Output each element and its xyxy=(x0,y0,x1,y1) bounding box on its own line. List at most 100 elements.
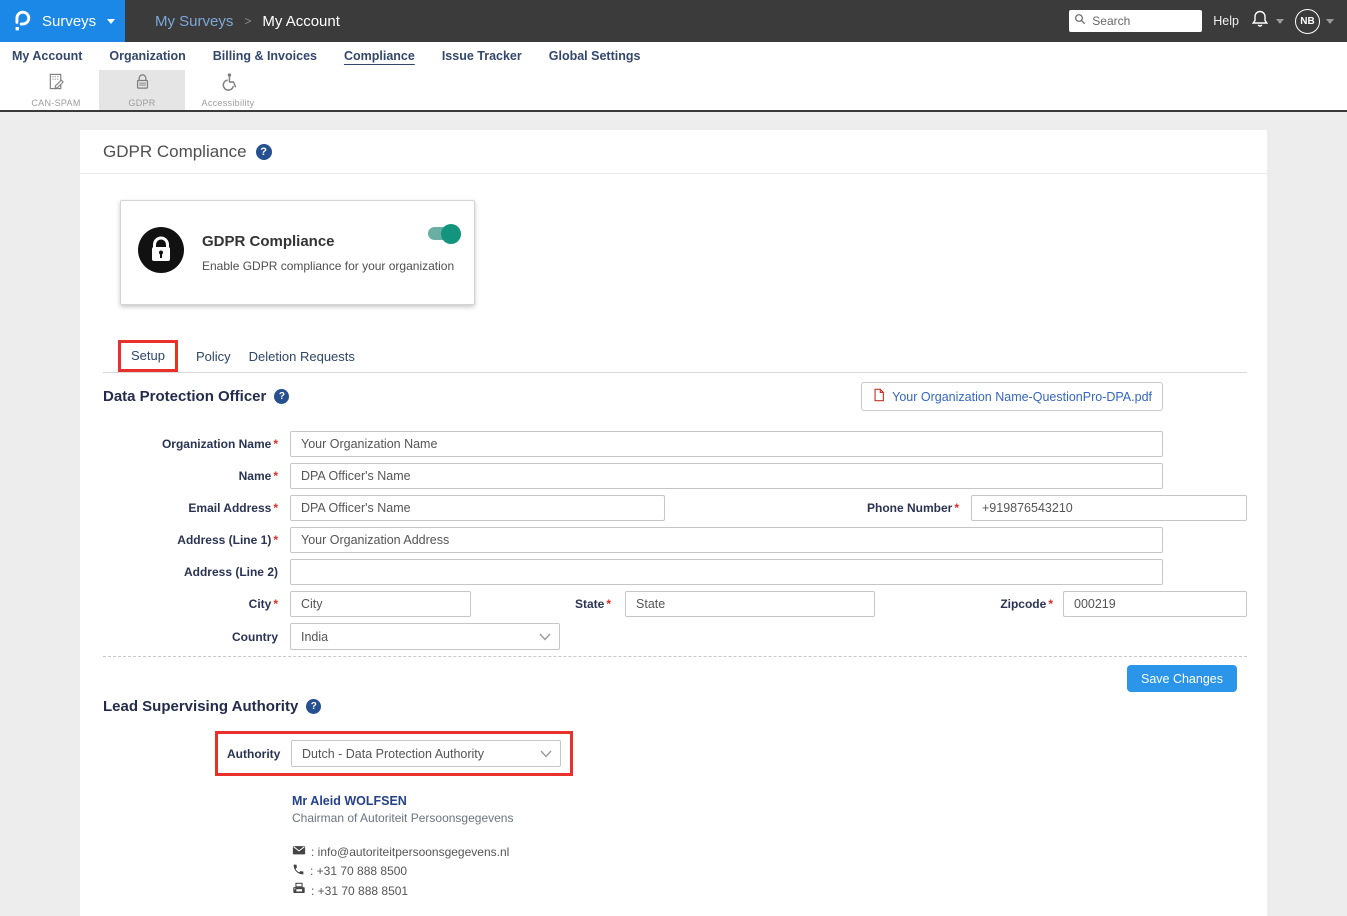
state-field[interactable] xyxy=(625,591,875,617)
envelope-icon xyxy=(292,843,306,860)
questionpro-logo-icon xyxy=(11,8,33,35)
search-input[interactable] xyxy=(1090,13,1197,29)
dpa-pdf-button[interactable]: Your Organization Name-QuestionPro-DPA.p… xyxy=(861,382,1163,411)
chevron-down-icon xyxy=(540,750,552,758)
country-select-value: India xyxy=(301,630,328,644)
search-icon xyxy=(1074,12,1086,30)
account-nav: My Account Organization Billing & Invoic… xyxy=(0,42,1347,70)
authority-contact-title: Chairman of Autoriteit Persoonsgegevens xyxy=(292,811,1247,825)
required-asterisk: * xyxy=(273,501,278,515)
section-divider xyxy=(103,656,1247,657)
contact-email-row: : info@autoriteitpersoonsgegevens.nl xyxy=(292,843,1247,860)
lock-circle-icon xyxy=(138,227,184,278)
tab-label: GDPR xyxy=(128,98,155,108)
toggle-knob xyxy=(441,224,461,244)
nav-billing-invoices[interactable]: Billing & Invoices xyxy=(213,49,317,63)
product-menu[interactable]: Surveys xyxy=(0,0,125,42)
authority-contact-card: Mr Aleid WOLFSEN Chairman of Autoriteit … xyxy=(292,794,1247,899)
zipcode-field[interactable] xyxy=(1063,591,1247,617)
nav-my-account[interactable]: My Account xyxy=(12,49,82,63)
contact-fax-row: : +31 70 888 8501 xyxy=(292,882,1247,899)
pdf-file-icon xyxy=(872,388,886,405)
email-field[interactable] xyxy=(290,495,665,521)
save-changes-button[interactable]: Save Changes xyxy=(1127,665,1237,692)
help-icon[interactable]: ? xyxy=(256,144,272,160)
highlight-box-authority: Authority Dutch - Data Protection Author… xyxy=(215,731,573,776)
country-label: Country xyxy=(103,630,278,644)
name-label: Name* xyxy=(103,469,278,483)
bell-icon xyxy=(1250,9,1270,34)
highlight-box-setup-tab: Setup xyxy=(118,340,178,372)
chevron-down-icon xyxy=(1326,19,1334,24)
contact-phone-row: : +31 70 888 8500 xyxy=(292,863,1247,879)
breadcrumb: My Surveys > My Account xyxy=(155,13,340,30)
wheelchair-icon xyxy=(219,72,238,96)
content-tabs: Setup Policy Deletion Requests xyxy=(103,343,1247,373)
document-pencil-icon xyxy=(47,72,66,96)
avatar: NB xyxy=(1295,9,1320,34)
tab-gdpr[interactable]: GDPR xyxy=(99,70,185,110)
address-line1-label: Address (Line 1)* xyxy=(103,533,278,547)
city-label: City* xyxy=(103,597,278,611)
phone-icon xyxy=(292,863,305,879)
authority-select[interactable]: Dutch - Data Protection Authority xyxy=(291,740,561,767)
account-menu[interactable]: NB xyxy=(1295,9,1334,34)
gdpr-compliance-panel: GDPR Compliance ? GDPR Compliance Enable… xyxy=(80,130,1267,916)
gdpr-enable-toggle[interactable] xyxy=(428,227,458,240)
country-select[interactable]: India xyxy=(290,623,560,650)
pdf-button-label: Your Organization Name-QuestionPro-DPA.p… xyxy=(892,390,1152,404)
authority-label: Authority xyxy=(227,747,279,761)
product-menu-label: Surveys xyxy=(42,13,96,30)
card-subtitle: Enable GDPR compliance for your organiza… xyxy=(202,259,454,273)
required-asterisk: * xyxy=(273,437,278,451)
organization-name-label: Organization Name* xyxy=(103,437,278,451)
contact-email-text: : info@autoriteitpersoonsgegevens.nl xyxy=(311,845,509,859)
help-icon[interactable]: ? xyxy=(274,389,289,404)
required-asterisk: * xyxy=(1048,597,1053,611)
top-bar: Surveys My Surveys > My Account Help xyxy=(0,0,1347,42)
lsa-heading-row: Lead Supervising Authority ? xyxy=(103,698,1247,715)
help-icon[interactable]: ? xyxy=(306,699,321,714)
required-asterisk: * xyxy=(954,501,959,515)
address-line1-field[interactable] xyxy=(290,527,1163,553)
organization-name-field[interactable] xyxy=(290,431,1163,457)
tab-label: Accessibility xyxy=(202,98,255,108)
card-text: GDPR Compliance Enable GDPR compliance f… xyxy=(202,233,454,273)
nav-issue-tracker[interactable]: Issue Tracker xyxy=(442,49,522,63)
name-field[interactable] xyxy=(290,463,1163,489)
breadcrumb-separator: > xyxy=(244,14,251,28)
contact-fax-text: : +31 70 888 8501 xyxy=(311,884,408,898)
breadcrumb-current: My Account xyxy=(262,13,340,30)
contact-phone-text: : +31 70 888 8500 xyxy=(310,864,407,878)
phone-number-field[interactable] xyxy=(971,495,1247,521)
required-asterisk: * xyxy=(273,469,278,483)
dpo-form: Organization Name* Name* Email Address* … xyxy=(103,431,1247,650)
nav-organization[interactable]: Organization xyxy=(109,49,185,63)
tab-deletion-requests[interactable]: Deletion Requests xyxy=(249,349,355,364)
card-title: GDPR Compliance xyxy=(202,233,454,250)
nav-compliance[interactable]: Compliance xyxy=(344,49,415,63)
tab-setup[interactable]: Setup xyxy=(131,348,165,363)
chevron-down-icon xyxy=(107,19,115,24)
address-line2-field[interactable] xyxy=(290,559,1163,585)
notifications-menu[interactable] xyxy=(1250,9,1284,34)
search-box[interactable] xyxy=(1069,10,1202,32)
compliance-tab-strip: CAN-SPAM GDPR Accessibility xyxy=(0,70,1347,112)
nav-global-settings[interactable]: Global Settings xyxy=(549,49,641,63)
address-line2-label: Address (Line 2) xyxy=(103,565,278,579)
chevron-down-icon xyxy=(539,633,551,641)
tab-accessibility[interactable]: Accessibility xyxy=(185,70,271,110)
breadcrumb-my-surveys[interactable]: My Surveys xyxy=(155,13,233,30)
tab-label: CAN-SPAM xyxy=(31,98,80,108)
tab-can-spam[interactable]: CAN-SPAM xyxy=(13,70,99,110)
authority-contact-name: Mr Aleid WOLFSEN xyxy=(292,794,1247,808)
city-field[interactable] xyxy=(290,591,471,617)
page-title-row: GDPR Compliance ? xyxy=(80,130,1267,174)
help-link[interactable]: Help xyxy=(1213,14,1239,28)
email-address-label: Email Address* xyxy=(103,501,278,515)
fax-icon xyxy=(292,882,306,899)
required-asterisk: * xyxy=(273,597,278,611)
tab-policy[interactable]: Policy xyxy=(196,349,231,364)
required-asterisk: * xyxy=(273,533,278,547)
state-label: State* xyxy=(575,597,611,611)
